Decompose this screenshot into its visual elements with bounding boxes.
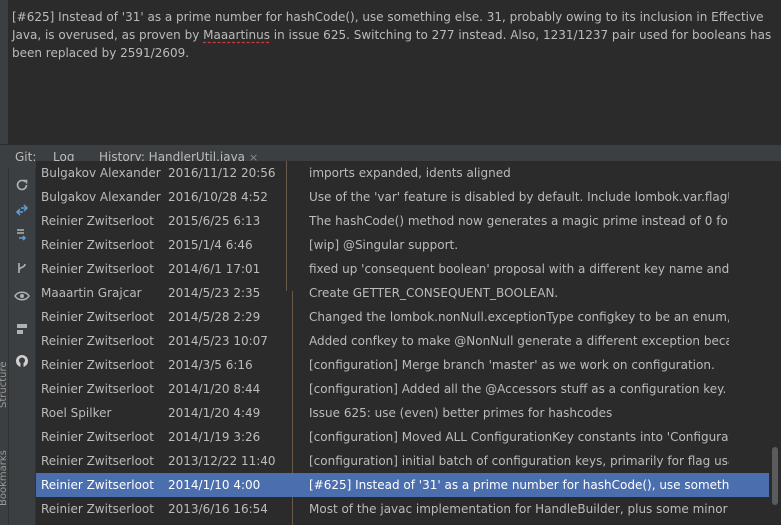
commit-author: Reinier Zwitserloot: [41, 358, 154, 372]
commit-date: 2016/10/28 4:52: [168, 190, 268, 204]
commit-date: 2014/1/10 4:00: [168, 478, 261, 492]
commit-subject: Most of the javac implementation for Han…: [309, 502, 729, 516]
commit-row[interactable]: Reinier Zwitserloot 2015/6/25 6:13 The has…: [36, 209, 769, 233]
commit-date: 2014/5/28 2:29: [168, 310, 261, 324]
github-icon[interactable]: [13, 352, 31, 370]
commit-author: Reinier Zwitserloot: [41, 382, 154, 396]
commit-date: 2014/3/5 6:16: [168, 358, 253, 372]
commit-row[interactable]: Reinier Zwitserloot 2014/3/5 6:16 [configu…: [36, 353, 769, 377]
commit-row[interactable]: Maaartin Grajcar 2014/5/23 2:35 Create GET…: [36, 281, 769, 305]
commit-message-panel: [#625] Instead of '31' as a prime number…: [0, 0, 781, 144]
commit-row[interactable]: Reinier Zwitserloot 2014/1/10 4:00 [#625] …: [36, 473, 769, 497]
commit-author: Maaartin Grajcar: [41, 286, 142, 300]
commit-date: 2014/6/1 17:01: [168, 262, 261, 276]
commit-author: Reinier Zwitserloot: [41, 262, 154, 276]
commit-subject: [configuration] Merge branch 'master' as…: [309, 358, 715, 372]
commit-author: Reinier Zwitserloot: [41, 454, 154, 468]
commit-subject: fixed up 'consequent boolean' proposal w…: [309, 262, 729, 276]
left-side-strip: Structure Bookmarks: [0, 168, 9, 525]
commit-date: 2014/5/23 2:35: [168, 286, 261, 300]
commit-row[interactable]: Reinier Zwitserloot 2014/6/1 17:01 fixed u…: [36, 257, 769, 281]
commit-author: Reinier Zwitserloot: [41, 502, 154, 516]
commit-subject: [configuration] Added all the @Accessors…: [309, 382, 729, 396]
commit-subject: Use of the 'var' feature is disabled by …: [309, 190, 729, 204]
commit-date: 2013/12/22 11:40: [168, 454, 276, 468]
git-label: Git:: [15, 150, 37, 164]
commit-author: Reinier Zwitserloot: [41, 310, 154, 324]
commit-author: Bulgakov Alexander: [41, 166, 161, 180]
commit-message-flagged-word: Maaartinus: [203, 28, 270, 42]
branch-icon[interactable]: [13, 259, 31, 277]
commit-date: 2014/1/20 8:44: [168, 382, 261, 396]
scrollbar-thumb[interactable]: [772, 447, 778, 505]
commit-subject: The hashCode() method now generates a ma…: [309, 214, 729, 228]
commit-row[interactable]: Bulgakov Alexander 2016/10/28 4:52 Use of …: [36, 185, 769, 209]
commit-author: Reinier Zwitserloot: [41, 430, 154, 444]
vertical-scrollbar[interactable]: [769, 161, 781, 525]
commit-author: Reinier Zwitserloot: [41, 214, 154, 228]
commit-row[interactable]: Roel Spilker 2014/1/20 4:49 Issue 625: use…: [36, 401, 769, 425]
commit-row[interactable]: Reinier Zwitserloot 2015/1/4 6:46 [wip] @S…: [36, 233, 769, 257]
layout-icon[interactable]: [13, 320, 31, 338]
commit-date: 2016/11/12 20:56: [168, 166, 276, 180]
commit-author: Bulgakov Alexander: [41, 190, 161, 204]
commit-history-table: Bulgakov Alexander 2016/11/12 20:56 import…: [36, 161, 769, 525]
commit-subject: Changed the lombok.nonNull.exceptionType…: [309, 310, 729, 324]
commit-date: 2013/6/16 16:54: [168, 502, 268, 516]
commit-message-text: [#625] Instead of '31' as a prime number…: [12, 8, 772, 62]
commit-subject: Issue 625: use (even) better primes for …: [309, 406, 613, 420]
commit-date: 2015/1/4 6:46: [168, 238, 253, 252]
compare-icon[interactable]: [13, 201, 31, 219]
commit-author: Roel Spilker: [41, 406, 112, 420]
commit-row[interactable]: Reinier Zwitserloot 2013/12/22 11:40 [conf…: [36, 449, 769, 473]
commit-subject: [wip] @Singular support.: [309, 238, 459, 252]
commit-row[interactable]: Bulgakov Alexander 2016/11/12 20:56 import…: [36, 161, 769, 185]
commit-subject: [#625] Instead of '31' as a prime number…: [309, 478, 729, 492]
commit-date: 2014/1/20 4:49: [168, 406, 261, 420]
commit-date: 2015/6/25 6:13: [168, 214, 261, 228]
commit-row[interactable]: Reinier Zwitserloot 2014/5/23 10:07 Added …: [36, 329, 769, 353]
compare-local-icon[interactable]: [13, 225, 31, 243]
commit-author: Reinier Zwitserloot: [41, 478, 154, 492]
commit-subject: Create GETTER_CONSEQUENT_BOOLEAN.: [309, 286, 559, 300]
commit-date: 2014/5/23 10:07: [168, 334, 268, 348]
commit-author: Reinier Zwitserloot: [41, 238, 154, 252]
history-toolbar: [9, 168, 36, 525]
commit-subject: [configuration] initial batch of configu…: [309, 454, 729, 468]
commit-subject: Added confkey to make @NonNull generate …: [309, 334, 729, 348]
commit-row[interactable]: Reinier Zwitserloot 2014/1/20 8:44 [config…: [36, 377, 769, 401]
commit-row[interactable]: Reinier Zwitserloot 2014/1/19 3:26 [config…: [36, 425, 769, 449]
commit-row[interactable]: Reinier Zwitserloot 2014/5/28 2:29 Changed…: [36, 305, 769, 329]
commit-author: Reinier Zwitserloot: [41, 334, 154, 348]
refresh-icon[interactable]: [13, 176, 31, 194]
eye-icon[interactable]: [13, 287, 31, 305]
commit-date: 2014/1/19 3:26: [168, 430, 261, 444]
commit-subject: imports expanded, idents aligned: [309, 166, 511, 180]
commit-row[interactable]: Reinier Zwitserloot 2013/6/16 16:54 Most o…: [36, 497, 769, 521]
commit-subject: [configuration] Moved ALL ConfigurationK…: [309, 430, 729, 444]
